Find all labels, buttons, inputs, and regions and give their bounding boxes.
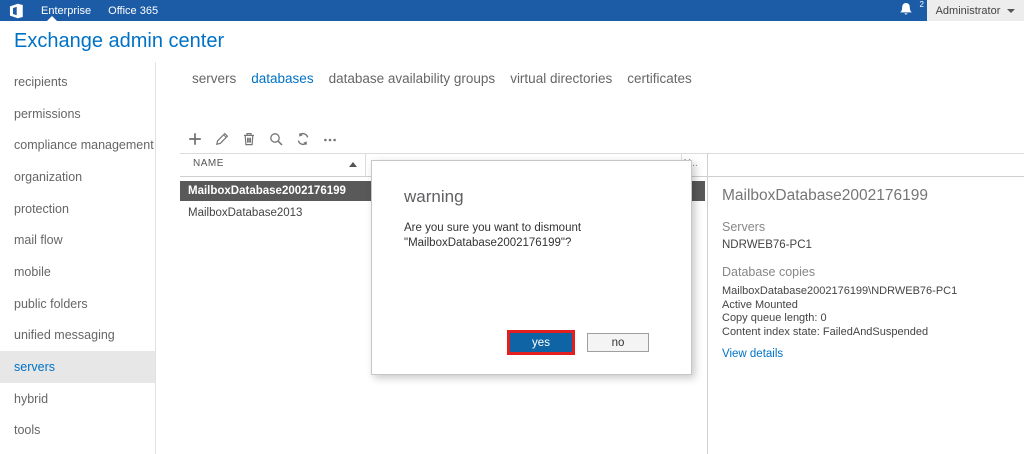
dialog-title: warning [404,187,464,206]
suite-tab-enterprise[interactable]: Enterprise [41,5,91,17]
server-name: NDRWEB76-PC1 [722,239,812,251]
active-tab-notch [47,16,57,21]
copy-queue-length: Copy queue length: 0 [722,312,827,324]
servers-heading: Servers [722,220,766,234]
edit-icon[interactable] [213,131,231,147]
view-details-link[interactable]: View details [722,348,783,360]
sidebar-item-compliance-management[interactable]: compliance management [0,129,155,161]
sidebar-item-permissions[interactable]: permissions [0,98,155,130]
sidebar-item-mail-flow[interactable]: mail flow [0,224,155,256]
exchange-admin-center-screen: Enterprise Office 365 2 Administrator Ex… [0,0,1024,454]
sidebar-item-recipients[interactable]: recipients [0,66,155,98]
sidebar-item-protection[interactable]: protection [0,193,155,225]
suite-tab-office365[interactable]: Office 365 [108,5,158,17]
sidebar-item-tools[interactable]: tools [0,415,155,447]
database-copies-heading: Database copies [722,265,816,279]
sidebar-divider [155,62,156,454]
page-title: Exchange admin center [14,30,225,52]
delete-icon[interactable] [240,131,258,147]
content-tabs: servers databases database availability … [192,71,692,86]
warning-dialog: warning Are you sure you want to dismoun… [371,160,692,375]
details-pane: MailboxDatabase2002176199 Servers NDRWEB… [722,186,1014,362]
sidebar-item-organization[interactable]: organization [0,161,155,193]
list-top-border [180,153,1024,154]
tab-certificates[interactable]: certificates [627,71,692,86]
column-header-name[interactable]: NAME [193,158,224,169]
column-divider [365,154,366,176]
chevron-down-icon [1007,8,1016,13]
dialog-message: Are you sure you want to dismount "Mailb… [404,222,582,249]
office-logo-icon [8,3,24,19]
highlight-annotation-box: yes [507,330,575,355]
sidebar-item-hybrid[interactable]: hybrid [0,383,155,415]
tab-servers[interactable]: servers [192,71,236,86]
sidebar-item-unified-messaging[interactable]: unified messaging [0,320,155,352]
user-menu[interactable]: Administrator [927,0,1024,21]
details-title: MailboxDatabase2002176199 [722,187,928,204]
sidebar-nav: recipients permissions compliance manage… [0,66,155,446]
add-icon[interactable] [186,131,204,147]
sidebar-item-public-folders[interactable]: public folders [0,288,155,320]
refresh-icon[interactable] [294,131,312,147]
notification-count-badge: 2 [919,0,924,9]
yes-button[interactable]: yes [510,333,572,352]
sidebar-item-servers[interactable]: servers [0,351,155,383]
user-menu-label: Administrator [935,4,1001,17]
details-pane-divider [707,153,708,454]
no-button[interactable]: no [587,333,649,352]
database-name: MailboxDatabase2002176199 [188,185,346,197]
sidebar-item-mobile[interactable]: mobile [0,256,155,288]
database-copy-info: MailboxDatabase2002176199\NDRWEB76-PC1 A… [722,285,1014,339]
more-icon[interactable] [321,131,339,147]
suite-bar: Enterprise Office 365 2 Administrator [0,0,1024,21]
sort-ascending-icon[interactable] [349,162,357,167]
table-row[interactable]: MailboxDatabase2013 [180,203,365,223]
list-toolbar [186,131,339,147]
notifications-bell-icon[interactable]: 2 [898,0,924,20]
tab-databases[interactable]: databases [251,71,313,86]
tab-database-availability-groups[interactable]: database availability groups [329,71,496,86]
tab-virtual-directories[interactable]: virtual directories [510,71,612,86]
dialog-buttons: yes no [507,330,649,355]
copy-status: Active Mounted [722,298,798,311]
search-icon[interactable] [267,131,285,147]
content-index-state: Content index state: FailedAndSuspended [722,325,929,338]
database-name: MailboxDatabase2013 [188,207,303,219]
copy-path: MailboxDatabase2002176199\NDRWEB76-PC1 [722,285,958,297]
